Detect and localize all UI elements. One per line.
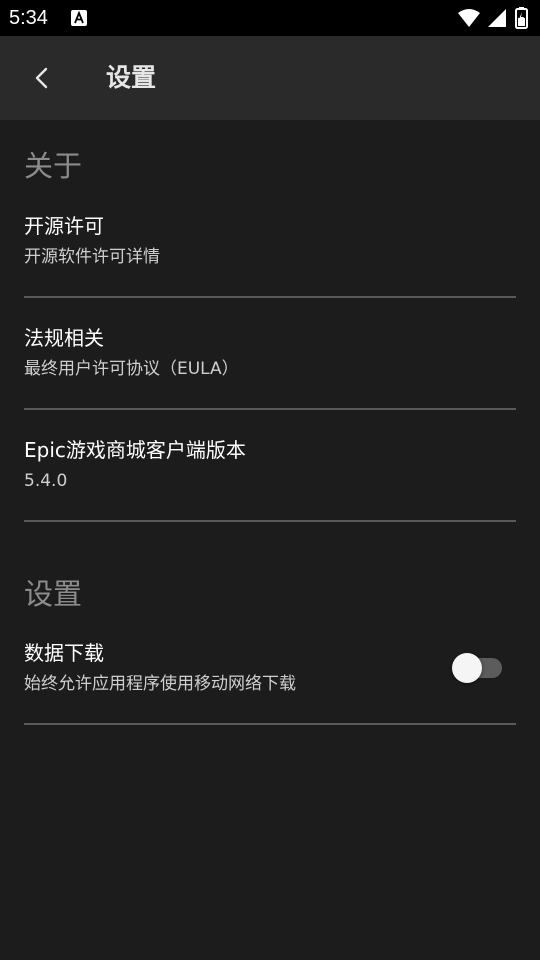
toggle-knob bbox=[452, 653, 482, 683]
divider bbox=[24, 408, 516, 410]
section-header-about: 关于 bbox=[24, 149, 83, 183]
battery-icon bbox=[515, 7, 528, 29]
page-title: 设置 bbox=[106, 63, 157, 92]
divider bbox=[24, 723, 516, 725]
status-icons bbox=[458, 7, 528, 29]
list-item-data-download[interactable]: 数据下载 始终允许应用程序使用移动网络下载 bbox=[24, 639, 516, 703]
settings-content: 关于 开源许可 开源软件许可详情 法规相关 最终用户许可协议（EULA） Epi… bbox=[0, 120, 540, 960]
status-bar: 5:34 bbox=[0, 0, 540, 36]
a-letter-icon bbox=[71, 10, 87, 26]
list-item-legal[interactable]: 法规相关 最终用户许可协议（EULA） bbox=[24, 324, 516, 388]
cellular-signal-icon bbox=[488, 9, 506, 27]
back-button[interactable] bbox=[20, 56, 64, 100]
divider bbox=[24, 296, 516, 298]
status-time: 5:34 bbox=[9, 7, 48, 29]
divider bbox=[24, 520, 516, 522]
item-title: 开源许可 bbox=[24, 214, 104, 238]
list-item-open-source-licenses[interactable]: 开源许可 开源软件许可详情 bbox=[24, 212, 516, 276]
item-subtitle: 5.4.0 bbox=[24, 471, 68, 491]
item-title: 法规相关 bbox=[24, 326, 104, 350]
item-subtitle: 最终用户许可协议（EULA） bbox=[24, 359, 239, 379]
item-subtitle: 开源软件许可详情 bbox=[24, 247, 160, 267]
section-header-settings: 设置 bbox=[24, 577, 83, 611]
chevron-left-icon bbox=[35, 67, 48, 89]
list-item-client-version[interactable]: Epic游戏商城客户端版本 5.4.0 bbox=[24, 436, 516, 500]
wifi-icon bbox=[458, 9, 480, 27]
item-subtitle: 始终允许应用程序使用移动网络下载 bbox=[24, 674, 296, 694]
item-title: 数据下载 bbox=[24, 641, 104, 665]
app-bar: 设置 bbox=[0, 36, 540, 120]
data-download-toggle[interactable] bbox=[452, 652, 504, 684]
item-title: Epic游戏商城客户端版本 bbox=[24, 438, 246, 462]
